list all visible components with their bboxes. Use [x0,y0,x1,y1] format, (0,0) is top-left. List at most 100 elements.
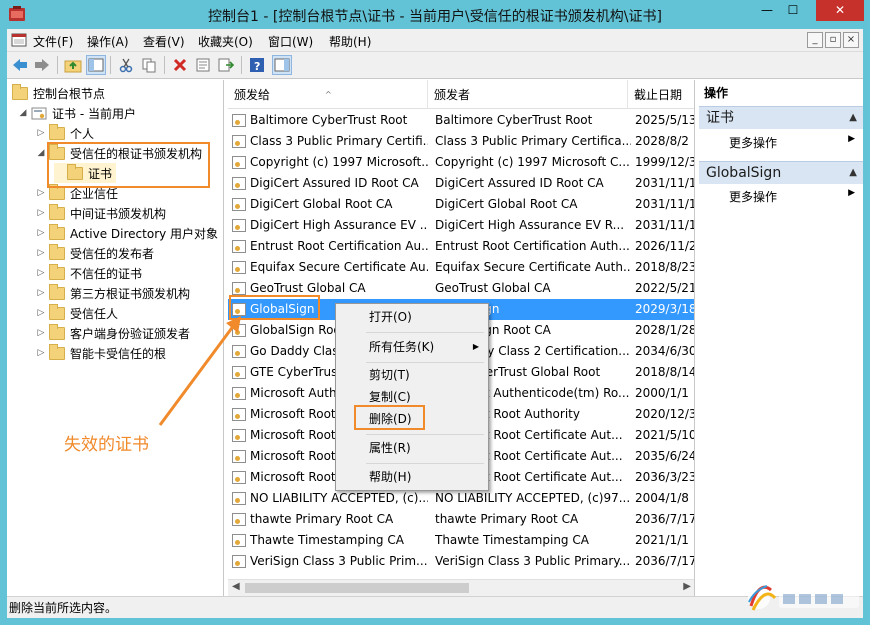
cell-issued-by: NO LIABILITY ACCEPTED, (c)97... [435,491,631,505]
menu-window[interactable]: 窗口(W) [268,33,313,50]
highlight-delete-item [354,405,425,430]
folder-icon [49,123,65,140]
properties-icon[interactable] [193,55,213,75]
table-row[interactable]: Entrust Root Certification Au... Entrust … [228,236,694,257]
table-row[interactable]: DigiCert High Assurance EV ... DigiCert H… [228,215,694,236]
cell-text: DigiCert Assured ID Root CA [250,176,419,190]
scrollbar-thumb[interactable] [245,583,469,593]
table-row[interactable]: Copyright (c) 1997 Microsoft... Copyright… [228,152,695,173]
expand-arrow-icon[interactable]: ▷ [36,248,46,258]
highlight-trusted-root-folder [47,142,210,188]
up-folder-icon[interactable] [63,55,83,75]
collapse-icon[interactable]: ▲ [849,107,857,129]
forward-arrow-icon[interactable] [32,55,52,75]
menu-file[interactable]: 文件(F) [33,33,73,50]
table-row[interactable]: Baltimore CyberTrust Root Baltimore Cyber… [228,110,695,131]
table-row[interactable]: NO LIABILITY ACCEPTED, (c)... NO LIABILIT… [228,488,694,509]
toolbar: ? [7,52,863,79]
tree-item-intermediate-ca[interactable]: ▷ 中间证书颁发机构 [36,203,166,223]
show-hide-tree-icon[interactable] [86,55,106,75]
copy-icon[interactable] [139,55,159,75]
mdi-close-button[interactable]: × [843,32,859,48]
cell-issued-to: Baltimore CyberTrust Root [232,113,428,127]
expand-arrow-icon[interactable]: ▷ [36,348,46,358]
expand-arrow-icon[interactable]: ▷ [36,268,46,278]
table-row[interactable]: Equifax Secure Certificate Au... Equifax … [228,257,694,278]
show-hide-action-pane-icon[interactable] [272,55,292,75]
column-header-expiration[interactable]: 截止日期 [628,80,694,109]
help-icon[interactable]: ? [247,55,267,75]
menu-item-cut[interactable]: 剪切(T) [336,364,488,386]
expand-arrow-icon[interactable]: ▷ [36,228,46,238]
folder-icon [49,343,65,360]
cut-icon[interactable] [116,55,136,75]
title-bar: 控制台1 - [控制台根节点\证书 - 当前用户\受信任的根证书颁发机构\证书]… [0,0,870,29]
tree-item-label: 第三方根证书颁发机构 [70,286,191,301]
scroll-right-icon[interactable]: ▶ [683,581,691,592]
back-arrow-icon[interactable] [10,55,30,75]
minimize-button[interactable]: — [754,0,780,21]
export-list-icon[interactable] [216,55,236,75]
submenu-arrow-icon: ▶ [848,188,855,198]
menu-item-properties[interactable]: 属性(R) [336,437,488,459]
menu-favorites[interactable]: 收藏夹(O) [198,33,253,50]
certificate-icon [232,155,246,169]
actions-section-globalsign[interactable]: GlobalSign ▲ [699,161,863,184]
tree-item-smart-card-trusted-roots[interactable]: ▷ 智能卡受信任的根 [36,343,166,363]
tree-item-label: 客户端身份验证颁发者 [70,326,191,341]
expand-arrow-icon[interactable]: ▷ [36,328,46,338]
cell-expiration: 2021/5/10 [635,428,695,442]
menu-action[interactable]: 操作(A) [87,33,129,50]
expand-arrow-icon[interactable]: ▷ [36,128,46,138]
maximize-button[interactable]: ☐ [780,0,806,21]
expand-arrow-icon[interactable]: ▷ [36,188,46,198]
collapse-arrow-icon[interactable]: ◢ [36,148,46,158]
column-header-issued-by[interactable]: 颁发者 [428,80,628,109]
menu-help[interactable]: 帮助(H) [329,33,371,50]
menu-item-help[interactable]: 帮助(H) [336,466,488,488]
cell-text: Class 3 Public Primary Certifi... [250,134,428,148]
expand-arrow-icon[interactable]: ▷ [36,308,46,318]
table-row[interactable]: thawte Primary Root CA thawte Primary Roo… [228,509,694,530]
tree-item-third-party-root-ca[interactable]: ▷ 第三方根证书颁发机构 [36,283,190,303]
collapse-icon[interactable]: ▲ [849,162,857,184]
certificate-icon [232,491,246,505]
more-actions-item[interactable]: 更多操作 ▶ [729,188,859,205]
tree-item-ad-user-object[interactable]: ▷ Active Directory 用户对象 [36,223,218,243]
tree-item-console-root[interactable]: 控制台根节点 [12,83,105,103]
menu-item-open[interactable]: 打开(O) [336,306,488,328]
column-header-issued-to[interactable]: 颁发给 ^ [228,80,428,109]
menu-item-all-tasks[interactable]: 所有任务(K) ▶ [336,336,488,358]
table-row[interactable]: DigiCert Global Root CA DigiCert Global R… [228,194,694,215]
tree-item-trusted-people[interactable]: ▷ 受信任人 [36,303,118,323]
list-header: 颁发给 ^ 颁发者 截止日期 [228,80,694,109]
close-button[interactable]: ✕ [816,0,864,21]
cell-expiration: 2025/5/13 [635,113,695,127]
mdi-restore-button[interactable]: ▫ [825,32,841,48]
cell-text: Equifax Secure Certificate Au... [250,260,428,274]
cell-text: GeoTrust Global CA [250,281,366,295]
mdi-minimize-button[interactable]: _ [807,32,823,48]
table-row[interactable]: VeriSign Class 3 Public Prim... VeriSign … [228,551,694,572]
scroll-left-icon[interactable]: ◀ [232,581,240,592]
table-row[interactable]: Thawte Timestamping CA Thawte Timestampin… [228,530,694,551]
expand-arrow-icon[interactable]: ▷ [36,288,46,298]
table-row[interactable]: DigiCert Assured ID Root CA DigiCert Assu… [228,173,694,194]
action-label: 更多操作 [729,136,778,150]
tree-item-client-auth-issuers[interactable]: ▷ 客户端身份验证颁发者 [36,323,190,343]
menu-view[interactable]: 查看(V) [143,33,185,50]
tree-item-untrusted-certificates[interactable]: ▷ 不信任的证书 [36,263,142,283]
actions-section-certificates[interactable]: 证书 ▲ [699,106,863,129]
expand-arrow-icon[interactable]: ▷ [36,208,46,218]
tree-item-personal[interactable]: ▷ 个人 [36,123,94,143]
more-actions-item[interactable]: 更多操作 ▶ [729,134,859,151]
console-document-icon[interactable] [11,32,27,48]
table-row[interactable]: Class 3 Public Primary Certifi... Class 3… [228,131,694,152]
cell-expiration: 1999/12/3 [635,155,695,169]
cell-text: Baltimore CyberTrust Root [250,113,408,127]
tree-item-trusted-publishers[interactable]: ▷ 受信任的发布者 [36,243,154,263]
delete-icon[interactable] [170,55,190,75]
horizontal-scrollbar[interactable]: ◀ ▶ [228,579,694,596]
expand-arrow-icon[interactable]: ◢ [18,108,28,118]
tree-item-certificates-current-user[interactable]: ◢ 证书 - 当前用户 [18,103,136,123]
